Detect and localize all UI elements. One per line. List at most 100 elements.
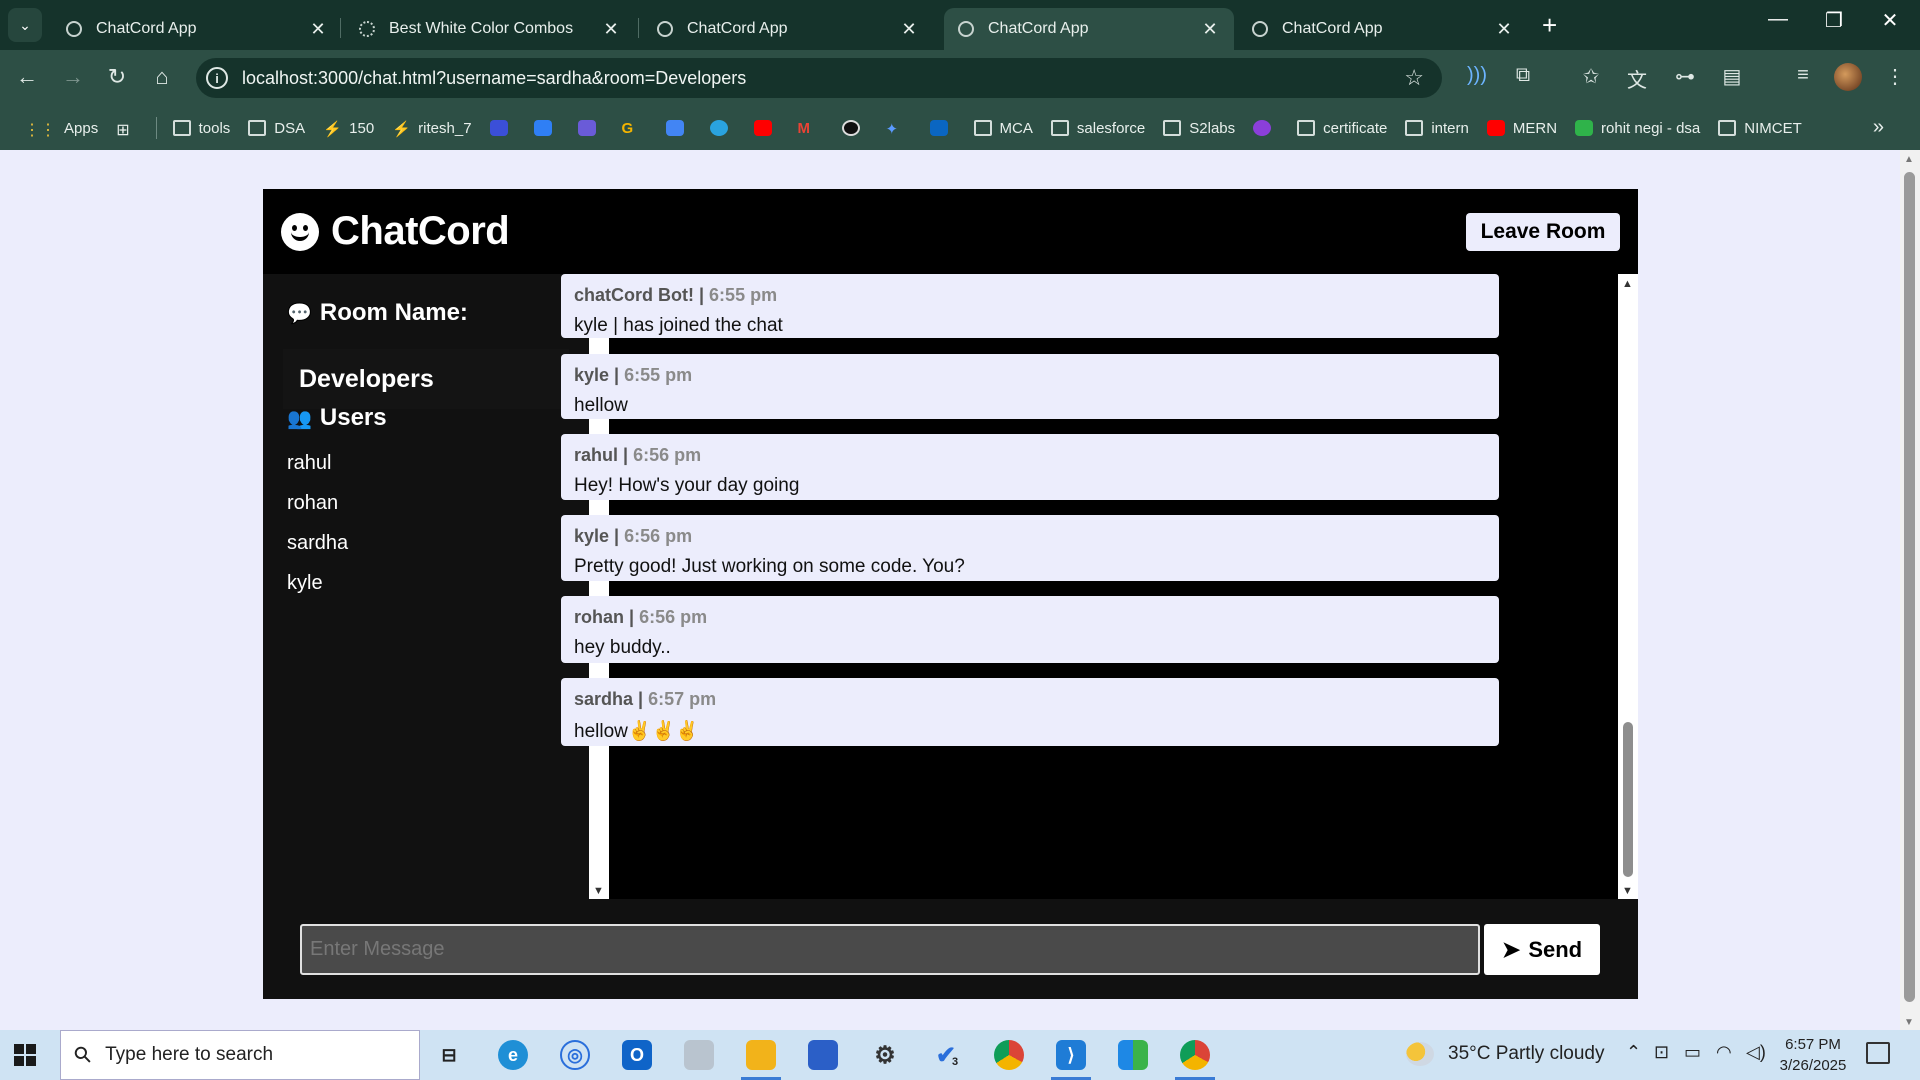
- todo-check-icon[interactable]: ✔ 3: [932, 1040, 962, 1070]
- chrome-icon[interactable]: [994, 1040, 1024, 1070]
- bookmark-ritesh[interactable]: ⚡ ritesh_7: [392, 119, 472, 139]
- chrome-profile-icon[interactable]: [1180, 1040, 1210, 1070]
- bookmark-gemini[interactable]: ✦: [886, 120, 912, 138]
- messages-scrollbar-thumb[interactable]: [1623, 722, 1633, 877]
- bookmark-chatgpt[interactable]: [841, 120, 868, 136]
- menu-dots-icon[interactable]: ⋮: [1880, 64, 1910, 89]
- message-time: 6:56 pm: [639, 607, 708, 627]
- bookmark-translate[interactable]: [665, 120, 692, 136]
- microsoft-store-icon[interactable]: [808, 1040, 838, 1070]
- bookmark-forms[interactable]: [577, 120, 604, 136]
- tab-search-button[interactable]: ⌄: [8, 8, 42, 42]
- sidebar-panel-icon[interactable]: ▤: [1717, 64, 1747, 89]
- close-tab-icon[interactable]: ✕: [1200, 19, 1220, 40]
- bookmark-google[interactable]: G: [622, 120, 648, 137]
- wifi-icon[interactable]: ◠: [1716, 1042, 1732, 1063]
- settings-gear-icon[interactable]: ⚙: [870, 1040, 900, 1070]
- page-scrollbar[interactable]: ▲ ▼: [1900, 150, 1920, 1030]
- battery-icon[interactable]: ▭: [1684, 1042, 1701, 1063]
- profile-avatar[interactable]: [1834, 63, 1862, 91]
- bookmark-dsa[interactable]: DSA: [248, 120, 305, 137]
- weather-widget[interactable]: 35°C Partly cloudy: [1406, 1042, 1605, 1066]
- read-aloud-icon[interactable]: ))): [1462, 64, 1492, 87]
- comments-icon: 💬: [287, 302, 312, 325]
- media-control-icon[interactable]: ≡: [1788, 64, 1818, 87]
- favorites-icon[interactable]: ✩: [1576, 64, 1606, 89]
- scroll-down-icon[interactable]: ▼: [1622, 885, 1633, 897]
- file-explorer-icon[interactable]: [746, 1040, 776, 1070]
- sync-app-icon[interactable]: ◎: [560, 1040, 590, 1070]
- close-tab-icon[interactable]: ✕: [899, 19, 919, 40]
- chevron-up-icon[interactable]: ⌃: [1626, 1042, 1641, 1063]
- browser-tab-active[interactable]: ChatCord App ✕: [944, 8, 1234, 50]
- bookmark-youtube[interactable]: [753, 120, 780, 136]
- taskbar-search-box[interactable]: ⚲ Type here to search: [60, 1030, 420, 1080]
- bookmark-150[interactable]: ⚡ 150: [323, 120, 374, 139]
- close-tab-icon[interactable]: ✕: [601, 19, 621, 40]
- task-view-icon[interactable]: ⊟: [434, 1040, 464, 1070]
- bookmark-mern[interactable]: MERN: [1486, 120, 1557, 137]
- messages-scrollbar[interactable]: ▲ ▼: [1618, 274, 1638, 899]
- scroll-up-icon[interactable]: ▲: [1904, 154, 1914, 165]
- close-tab-icon[interactable]: ✕: [308, 19, 328, 40]
- site-info-icon[interactable]: i: [206, 67, 228, 89]
- windows-start-icon[interactable]: [14, 1044, 36, 1066]
- system-clock[interactable]: 6:57 PM 3/26/2025: [1776, 1034, 1850, 1076]
- volume-icon[interactable]: ◁): [1746, 1042, 1766, 1063]
- page-scrollbar-thumb[interactable]: [1904, 172, 1915, 1002]
- leave-room-button[interactable]: Leave Room: [1466, 213, 1620, 251]
- close-window-icon[interactable]: ✕: [1870, 8, 1910, 33]
- bookmark-certificate[interactable]: certificate: [1297, 120, 1387, 137]
- browser-tab[interactable]: Best White Color Combos ✕: [345, 8, 635, 50]
- new-tab-button[interactable]: +: [1542, 10, 1557, 41]
- bookmark-tab-groups[interactable]: ⊞: [116, 120, 137, 139]
- bookmark-nimcet[interactable]: NIMCET: [1718, 120, 1802, 137]
- notification-center-icon[interactable]: [1866, 1042, 1890, 1064]
- folder-icon: [973, 120, 992, 136]
- close-tab-icon[interactable]: ✕: [1494, 19, 1514, 40]
- bookmark-telegram[interactable]: [709, 120, 736, 136]
- extensions-icon[interactable]: ⧉: [1508, 64, 1538, 87]
- bookmark-gmail[interactable]: M: [798, 120, 824, 137]
- message-text: hellow✌✌✌: [574, 721, 699, 742]
- url-text[interactable]: localhost:3000/chat.html?username=sardha…: [242, 68, 1404, 89]
- bookmark-salesforce[interactable]: salesforce: [1050, 120, 1145, 137]
- minimize-icon[interactable]: —: [1758, 8, 1798, 31]
- grid-app-icon[interactable]: [1118, 1040, 1148, 1070]
- bookmark-apps[interactable]: ⋮⋮ Apps: [24, 120, 98, 140]
- restore-icon[interactable]: ❐: [1814, 8, 1854, 33]
- outlook-icon[interactable]: O: [622, 1040, 652, 1070]
- scroll-down-icon[interactable]: ▼: [1904, 1017, 1914, 1028]
- bookmark-tools[interactable]: tools: [172, 120, 230, 137]
- bookmark-intern[interactable]: intern: [1405, 120, 1469, 137]
- back-arrow-icon[interactable]: ←: [12, 64, 42, 90]
- meet-now-icon[interactable]: ⊡: [1654, 1042, 1669, 1063]
- translate-icon[interactable]: 文: [1622, 64, 1652, 93]
- scroll-up-icon[interactable]: ▲: [1622, 278, 1633, 290]
- bookmark-sigma[interactable]: [489, 120, 516, 136]
- bookmark-p[interactable]: [533, 120, 560, 136]
- photos-icon[interactable]: [684, 1040, 714, 1070]
- forward-arrow-icon[interactable]: →: [58, 64, 88, 90]
- bookmark-s2labs[interactable]: S2labs: [1163, 120, 1235, 137]
- vscode-icon[interactable]: ⟩: [1056, 1040, 1086, 1070]
- browser-tab[interactable]: ChatCord App ✕: [643, 8, 933, 50]
- user-list-item: sardha: [287, 532, 349, 554]
- more-bookmarks-chevron-icon[interactable]: »: [1873, 116, 1884, 139]
- reload-icon[interactable]: ↻: [102, 64, 132, 90]
- link-icon[interactable]: ⊶: [1670, 64, 1700, 89]
- message-input[interactable]: [300, 924, 1480, 975]
- bookmark-rohit-negi[interactable]: rohit negi - dsa: [1575, 120, 1700, 137]
- browser-tab[interactable]: ChatCord App ✕: [1238, 8, 1528, 50]
- browser-tab[interactable]: ChatCord App ✕: [52, 8, 342, 50]
- bookmark-star-icon[interactable]: ☆: [1404, 65, 1424, 91]
- bookmark-mca[interactable]: MCA: [973, 120, 1033, 137]
- address-bar[interactable]: i localhost:3000/chat.html?username=sard…: [196, 58, 1442, 98]
- bookmark-purple[interactable]: [1253, 120, 1279, 136]
- scroll-down-icon[interactable]: ▼: [593, 885, 604, 897]
- bookmark-linkedin[interactable]: [929, 120, 956, 136]
- home-icon[interactable]: ⌂: [147, 64, 177, 90]
- bookmark-label: ritesh_7: [418, 119, 472, 137]
- send-button[interactable]: ➤ Send: [1484, 924, 1600, 975]
- edge-icon[interactable]: e: [498, 1040, 528, 1070]
